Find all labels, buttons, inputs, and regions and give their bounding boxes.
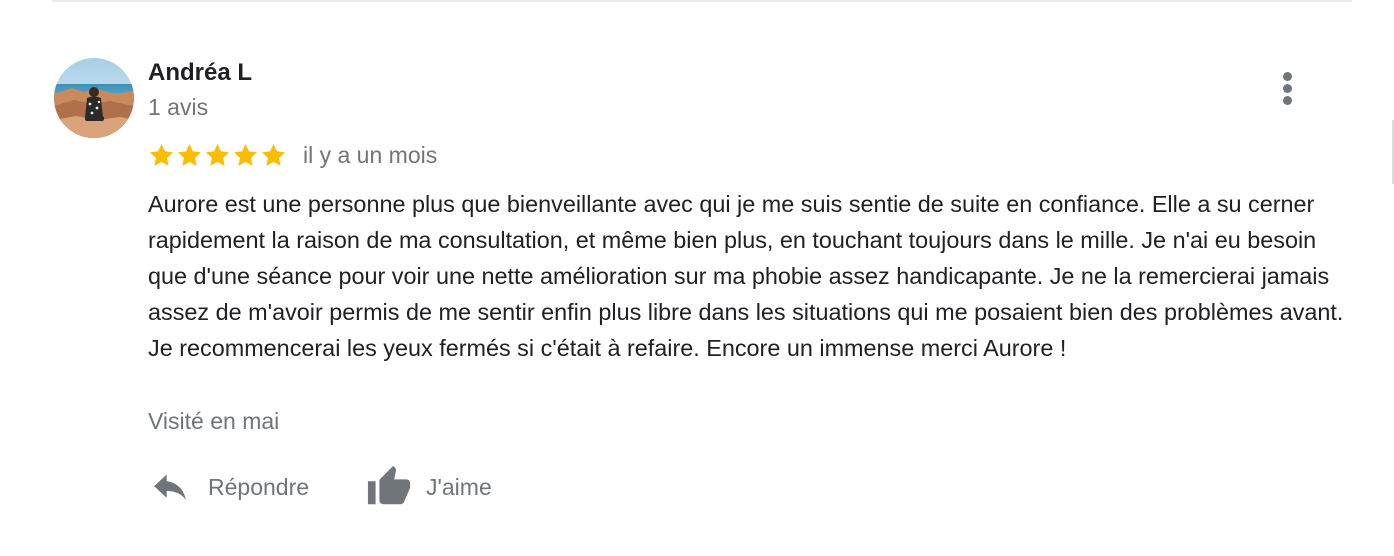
star-rating — [148, 142, 287, 169]
thumbs-up-icon — [367, 465, 411, 505]
reply-arrow-icon — [154, 474, 186, 500]
reply-label: Répondre — [208, 473, 310, 500]
divider — [52, 0, 1352, 2]
avatar-photo — [54, 58, 134, 138]
like-button[interactable]: J'aime — [366, 462, 492, 512]
reviewer-review-count[interactable]: 1 avis — [148, 93, 208, 121]
avatar[interactable] — [54, 58, 134, 138]
review-date: il y a un mois — [303, 142, 438, 168]
review-card: Andréa L 1 avis il y a un mois Aurore es… — [0, 0, 1394, 556]
reviewer-name[interactable]: Andréa L — [148, 58, 252, 88]
rating-row: il y a un mois — [148, 138, 437, 172]
reply-button[interactable]: Répondre — [150, 462, 309, 512]
like-label: J'aime — [426, 473, 492, 500]
star-icon — [150, 143, 173, 166]
star-icon — [178, 143, 201, 166]
more-vertical-icon — [1283, 72, 1292, 81]
review-text: Aurore est une personne plus que bienvei… — [148, 191, 1344, 361]
star-icon — [262, 143, 285, 166]
star-icon — [234, 143, 257, 166]
more-options-button[interactable] — [1268, 66, 1308, 110]
visited-date: Visité en mai — [148, 408, 280, 434]
star-icon — [206, 143, 229, 166]
more-vertical-icon-dot — [1283, 84, 1292, 93]
more-vertical-icon-dot — [1283, 96, 1292, 105]
